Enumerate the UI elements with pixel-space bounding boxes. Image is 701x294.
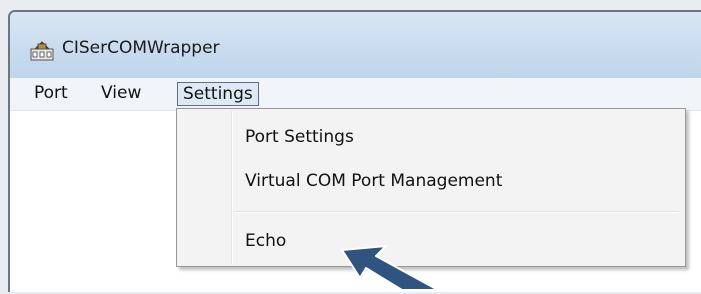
app-network-icon: [30, 39, 54, 61]
menu-item-virtual-com-port-management[interactable]: Virtual COM Port Management: [245, 171, 502, 191]
menu-item-echo[interactable]: Echo: [245, 231, 286, 251]
menu-port[interactable]: Port: [30, 82, 72, 104]
pointer-arrow-icon: [334, 238, 444, 291]
menu-separator: [235, 211, 679, 213]
menu-icon-gutter: [231, 111, 233, 264]
menu-item-port-settings[interactable]: Port Settings: [245, 127, 354, 147]
title-bar[interactable]: CISerCOMWrapper: [10, 12, 701, 78]
window-title: CISerCOMWrapper: [62, 38, 220, 58]
menu-bar: Port View Settings: [10, 78, 701, 111]
menu-view[interactable]: View: [97, 82, 145, 104]
menu-settings[interactable]: Settings: [177, 82, 259, 106]
